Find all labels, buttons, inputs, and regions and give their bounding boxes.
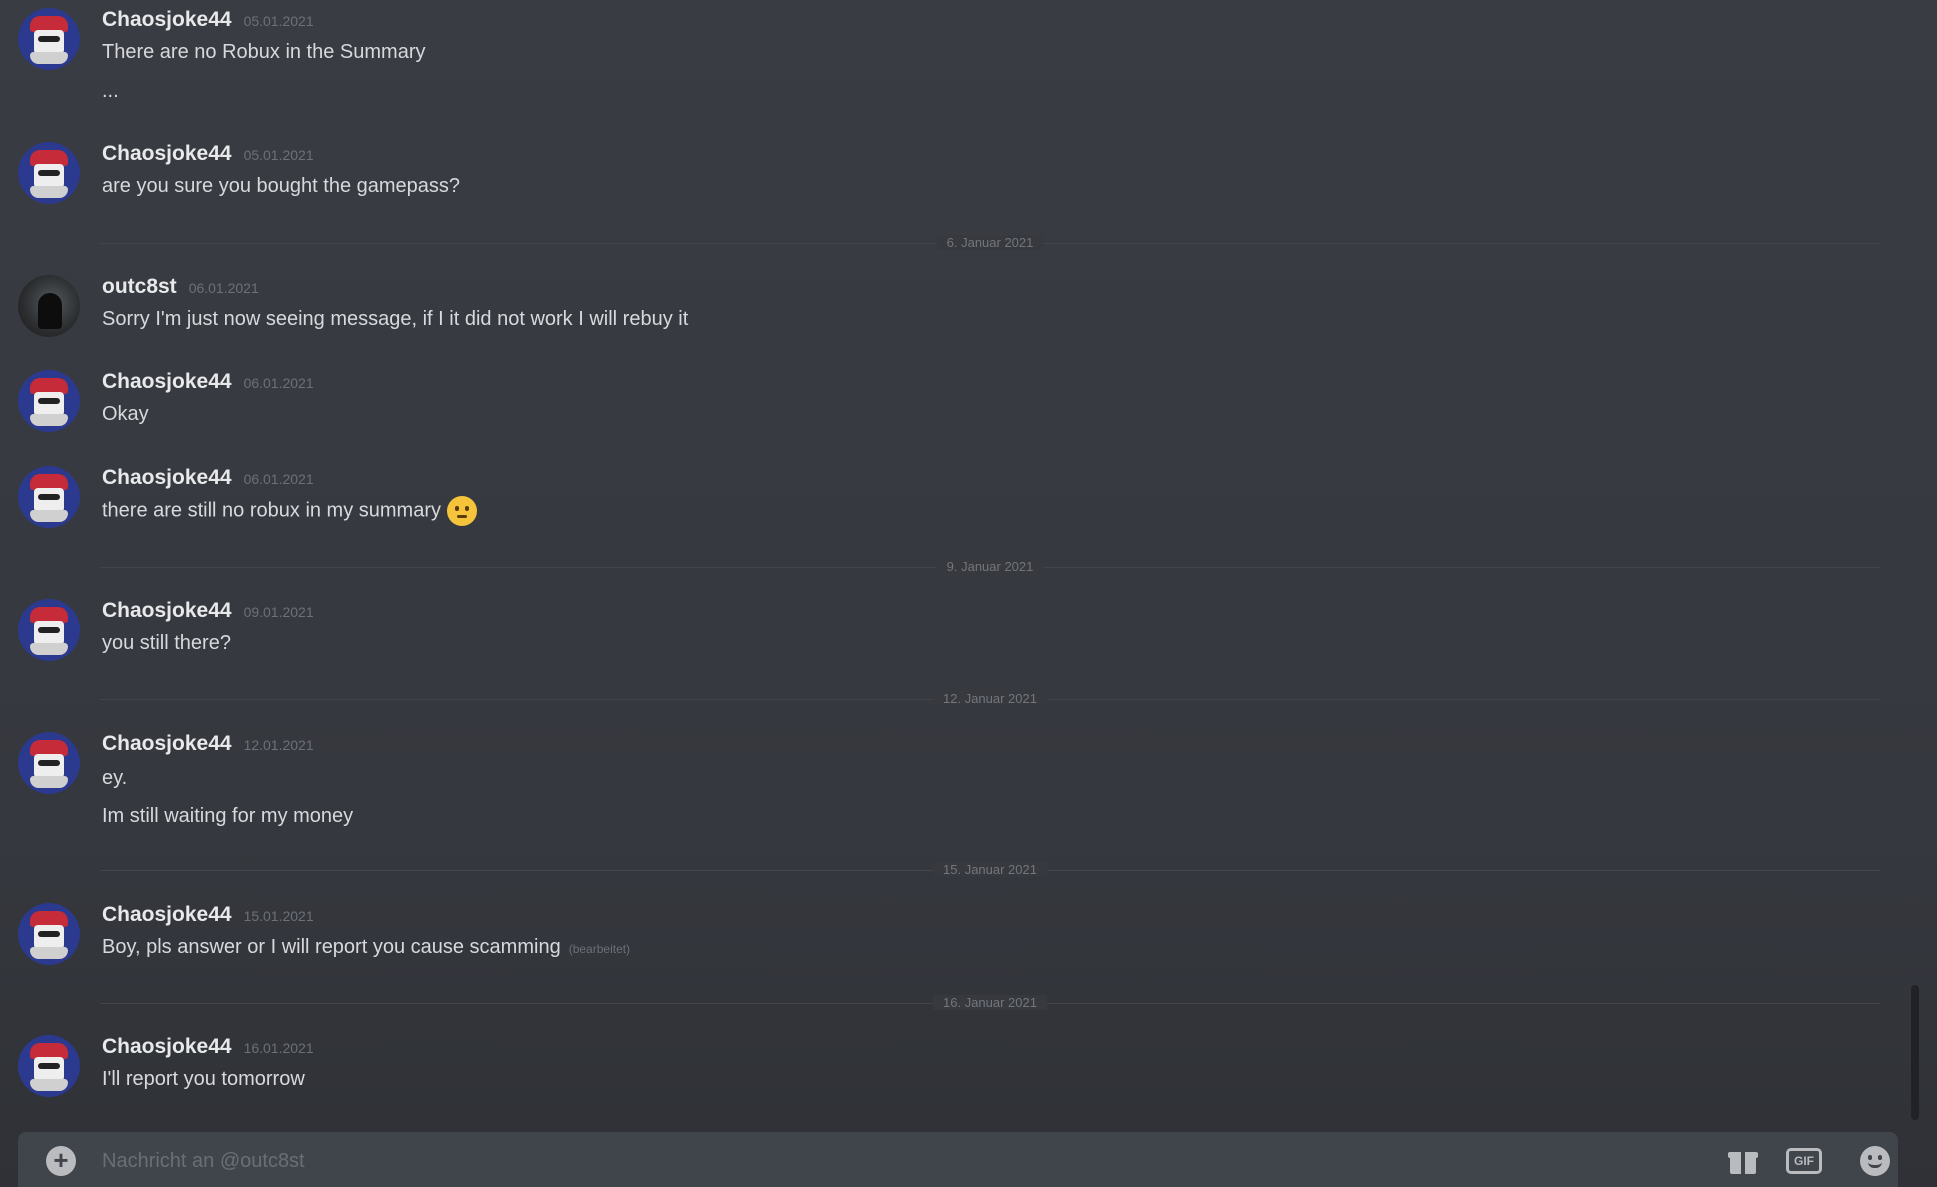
author-name[interactable]: Chaosjoke44 [102,1035,232,1058]
message-author[interactable]: Chaosjoke44 15.01.2021 [102,903,314,927]
date-divider-label: 15. Januar 2021 [933,862,1047,877]
author-name[interactable]: outc8st [102,275,177,298]
avatar[interactable] [18,903,80,965]
message-author[interactable]: Chaosjoke44 06.01.2021 [102,466,314,490]
edited-indicator: (bearbeitet) [568,942,631,956]
avatar[interactable] [18,732,80,794]
date-divider: 12. Januar 2021 [100,691,1880,706]
avatar[interactable] [18,370,80,432]
gift-icon[interactable] [1728,1146,1758,1176]
dm-chat-window: Chaosjoke44 05.01.2021 There are no Robux… [0,0,1937,1187]
message-author[interactable]: Chaosjoke44 09.01.2021 [102,599,314,623]
author-name[interactable]: Chaosjoke44 [102,732,232,755]
message-text: Boy, pls answer or I will report you cau… [102,936,630,959]
avatar[interactable] [18,1035,80,1097]
message-text: Okay [102,403,149,425]
date-divider-label: 12. Januar 2021 [933,691,1047,706]
message-author[interactable]: outc8st 06.01.2021 [102,275,259,299]
avatar[interactable] [18,466,80,528]
message-timestamp: 09.01.2021 [243,604,314,620]
message-text: you still there? [102,632,231,654]
author-name[interactable]: Chaosjoke44 [102,8,232,31]
avatar[interactable] [18,8,80,70]
slightly-smiling-face-icon[interactable] [447,496,478,526]
author-name[interactable]: Chaosjoke44 [102,599,232,622]
message-text: I'll report you tomorrow [102,1068,305,1090]
message-text-content: there are still no robux in my summary [102,499,442,522]
message-text: there are still no robux in my summary [102,496,478,526]
message-author[interactable]: Chaosjoke44 12.01.2021 [102,732,314,756]
avatar[interactable] [18,275,80,337]
author-name[interactable]: Chaosjoke44 [102,903,232,926]
message-timestamp: 12.01.2021 [243,737,314,753]
date-divider: 15. Januar 2021 [100,862,1880,877]
date-divider: 16. Januar 2021 [100,995,1880,1010]
message-timestamp: 06.01.2021 [243,375,314,391]
avatar[interactable] [18,599,80,661]
message-text: There are no Robux in the Summary [102,41,426,63]
author-name[interactable]: Chaosjoke44 [102,466,232,489]
message-author[interactable]: Chaosjoke44 16.01.2021 [102,1035,314,1059]
message-text: Sorry I'm just now seeing message, if I … [102,308,689,330]
message-timestamp: 15.01.2021 [243,908,314,924]
date-divider: 6. Januar 2021 [100,235,1880,250]
scrollbar[interactable] [1911,985,1919,1120]
message-text-content: Boy, pls answer or I will report you cau… [102,936,561,958]
message-text: are you sure you bought the gamepass? [102,175,461,197]
message-timestamp: 16.01.2021 [243,1040,314,1056]
avatar[interactable] [18,142,80,204]
message-timestamp: 05.01.2021 [243,13,314,29]
date-divider: 9. Januar 2021 [100,559,1880,574]
message-text: ... [102,80,119,102]
date-divider-label: 9. Januar 2021 [936,559,1044,574]
message-input[interactable] [100,1144,1664,1178]
message-author[interactable]: Chaosjoke44 05.01.2021 [102,142,314,166]
message-timestamp: 06.01.2021 [243,471,314,487]
message-list[interactable]: Chaosjoke44 05.01.2021 There are no Robux… [0,0,1900,1130]
message-composer: + GIF [18,1132,1898,1187]
author-name[interactable]: Chaosjoke44 [102,142,232,165]
message-text: ey. [102,767,128,789]
message-timestamp: 06.01.2021 [188,280,259,296]
message-timestamp: 05.01.2021 [243,147,314,163]
gif-icon[interactable]: GIF [1786,1148,1822,1174]
date-divider-label: 6. Januar 2021 [936,235,1044,250]
author-name[interactable]: Chaosjoke44 [102,370,232,393]
message-text: Im still waiting for my money [102,805,354,827]
message-author[interactable]: Chaosjoke44 06.01.2021 [102,370,314,394]
smile-icon[interactable] [1860,1146,1890,1176]
date-divider-label: 16. Januar 2021 [933,995,1047,1010]
plus-circle-icon[interactable]: + [46,1146,76,1176]
message-author[interactable]: Chaosjoke44 05.01.2021 [102,8,314,32]
